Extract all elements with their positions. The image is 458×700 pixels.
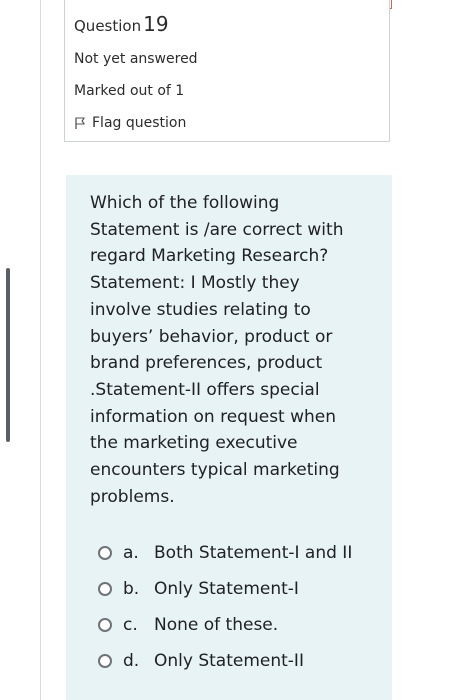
answer-text: Both Statement-I and II	[154, 543, 353, 563]
radio-unchecked-icon[interactable]	[98, 582, 112, 596]
quiz-page: Question 19 Not yet answered Marked out o…	[0, 0, 458, 700]
question-number: 19	[143, 12, 169, 36]
question-marks: Marked out of 1	[74, 83, 185, 99]
left-sidebar	[0, 0, 41, 700]
question-title: Question 19	[74, 13, 169, 37]
flag-outline-icon	[74, 116, 86, 130]
answer-status: Not yet answered	[74, 51, 198, 67]
question-text: Which of the following Statement is /are…	[90, 193, 344, 507]
answer-letter: c.	[123, 615, 138, 635]
radio-unchecked-icon[interactable]	[98, 546, 112, 560]
answer-letter: d.	[123, 651, 140, 671]
flag-question-button[interactable]: Flag question	[74, 114, 186, 132]
sidebar-scrollbar[interactable]	[6, 268, 10, 442]
answer-letter: b.	[123, 579, 140, 599]
answer-letter: a.	[123, 543, 139, 563]
answer-text: Only Statement-II	[154, 651, 304, 671]
answer-options: a. Both Statement-I and II b. Only State…	[98, 535, 388, 679]
answer-option-b[interactable]: b. Only Statement-I	[98, 571, 388, 607]
radio-unchecked-icon[interactable]	[98, 654, 112, 668]
answer-option-d[interactable]: d. Only Statement-II	[98, 643, 388, 679]
flag-question-label: Flag question	[92, 115, 187, 131]
answer-option-c[interactable]: c. None of these.	[98, 607, 388, 643]
answer-text: None of these.	[154, 615, 279, 635]
question-title-prefix: Question	[74, 17, 142, 35]
radio-unchecked-icon[interactable]	[98, 618, 112, 632]
answer-option-a[interactable]: a. Both Statement-I and II	[98, 535, 388, 571]
answer-text: Only Statement-I	[154, 579, 299, 599]
